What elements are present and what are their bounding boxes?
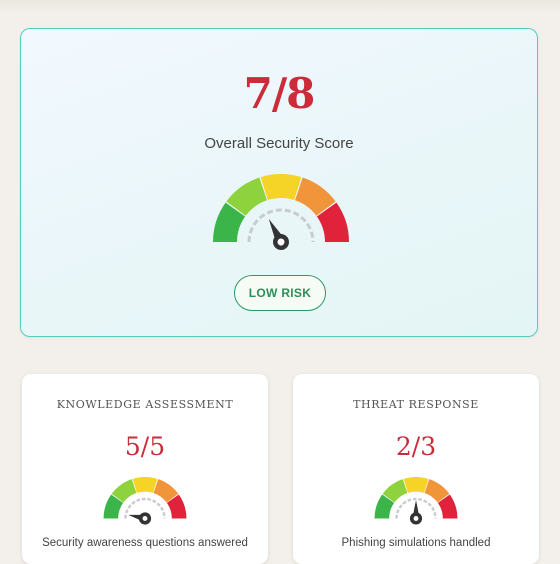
overall-score-value: 7/8 (243, 69, 316, 118)
threat-response-card: THREAT RESPONSE 2/3 Phishing simulations… (293, 374, 539, 564)
gauge-needle (268, 219, 289, 250)
card-title: THREAT RESPONSE (353, 398, 479, 411)
card-score: 2/3 (395, 432, 437, 461)
gauge-segments (213, 174, 349, 242)
gauge-segment-medium (403, 477, 429, 493)
overall-score-card: 7/8 Overall Security Score LOW RISK (20, 28, 538, 337)
card-title: KNOWLEDGE ASSESSMENT (56, 398, 234, 411)
card-caption: Phishing simulations handled (341, 537, 491, 549)
page-top-edge (0, 0, 560, 14)
overall-risk-gauge (213, 174, 349, 250)
gauge-segment-medium (260, 174, 302, 201)
risk-level-badge: LOW RISK (234, 275, 326, 311)
gauge-segment-medium (132, 477, 158, 493)
gauge-needle (128, 512, 152, 525)
card-score: 5/5 (124, 432, 166, 461)
card-caption: Security awareness questions answered (42, 537, 248, 549)
overall-score-label: Overall Security Score (204, 135, 354, 152)
threat-response-gauge (374, 477, 458, 525)
knowledge-assessment-card: KNOWLEDGE ASSESSMENT 5/5 Security awaren… (22, 374, 268, 564)
knowledge-gauge (103, 477, 187, 525)
gauge-needle (409, 500, 423, 525)
